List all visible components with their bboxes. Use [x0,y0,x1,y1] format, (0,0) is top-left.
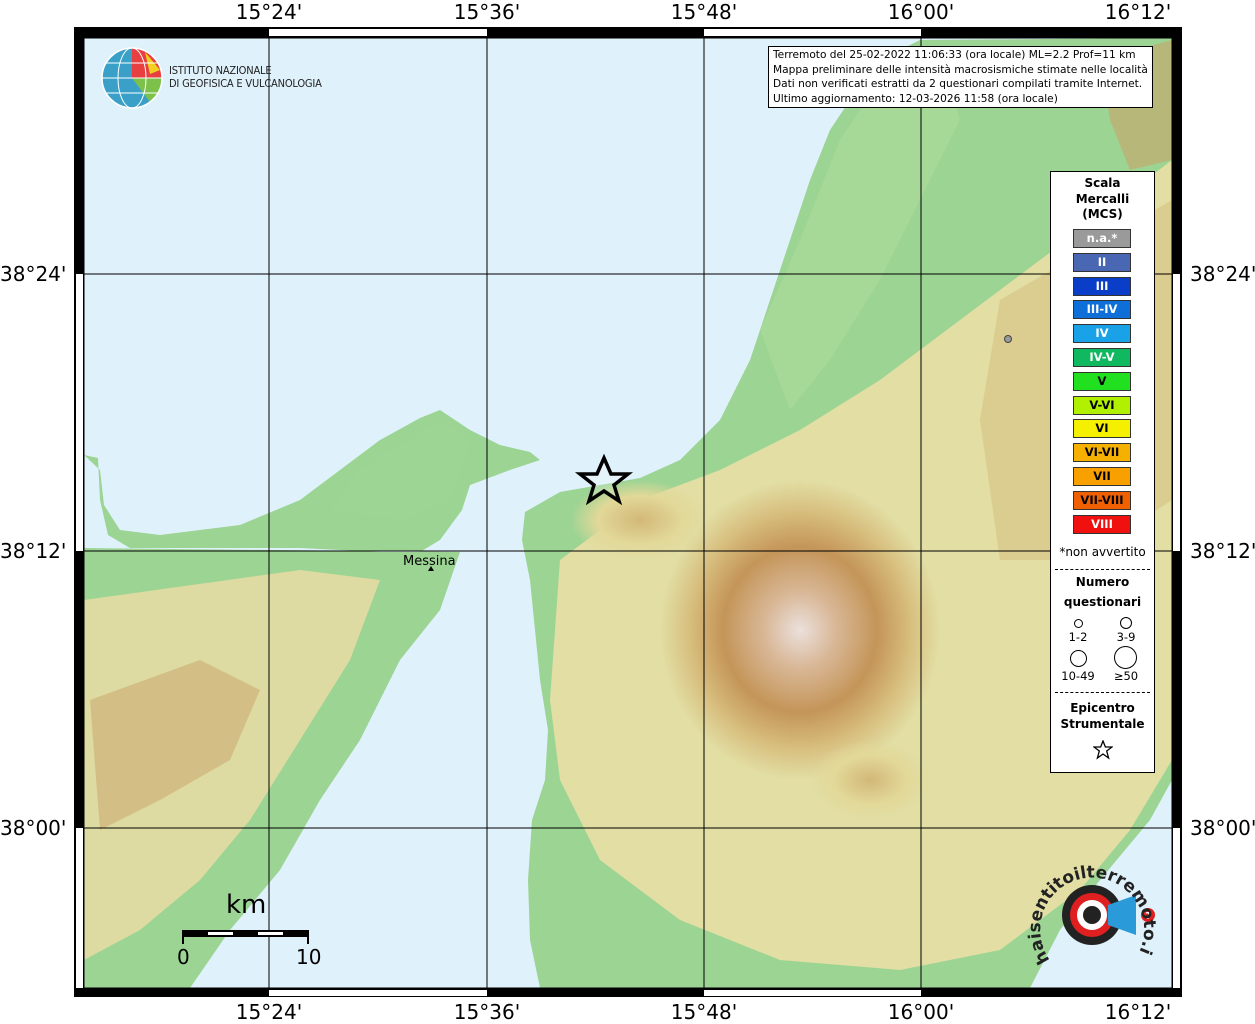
ingv-globe-icon [101,47,163,109]
legend-star-icon [1093,740,1113,760]
mcs-item-viii: VIII [1073,514,1131,534]
mcs-legend: Scala Mercalli (MCS) n.a.* II III III-IV IV I… [1050,171,1155,773]
scale-bar-max: 10 [296,945,322,969]
mcs-item-iv-v: IV-V [1073,348,1131,367]
scale-bar-min: 0 [177,945,190,969]
mcs-item-vi: VI [1073,419,1131,439]
lat-label-right-2: 38°12' [1190,539,1255,563]
q-circle-large [1070,650,1087,667]
mcs-item-iv: IV [1073,324,1131,344]
lon-label-top-5: 16°12' [1104,0,1172,24]
info-line-1: Terremoto del 25-02-2022 11:06:33 (ora l… [773,49,1136,61]
q-label-4: ≥50 [1113,669,1139,683]
info-line-3: Dati non verificati estratti da 2 questi… [773,78,1143,90]
lat-label-right-3: 38°00' [1190,816,1255,840]
q-circle-xlarge [1114,646,1137,669]
questionnaire-title-2: questionari [1063,595,1142,609]
q-label-3: 10-49 [1061,669,1095,683]
lon-label-bottom-5: 16°12' [1104,1000,1172,1024]
intensity-point [1004,335,1012,343]
mcs-item-iii-iv: III-IV [1073,300,1131,320]
city-label-messina: Messina [403,554,456,569]
logo-line-1: ISTITUTO NAZIONALE [169,64,272,77]
q-circle-small [1074,619,1083,628]
legend-title-3: (MCS) [1082,207,1123,221]
legend-note: *non avvertito [1059,545,1146,559]
lon-label-top-2: 15°36' [453,0,521,24]
legend-divider-2 [1055,692,1150,693]
lon-label-bottom-4: 16°00' [887,1000,955,1024]
q-label-1: 1-2 [1068,630,1088,644]
lat-label-left-3: 38°00' [0,816,67,840]
logo-line-2: DI GEOFISICA E VULCANOLOGIA [169,77,322,90]
mcs-item-iii: III [1073,276,1131,296]
info-line-2: Mappa preliminare delle intensità macros… [773,63,1148,76]
questionnaire-title-1: Numero [1075,575,1130,589]
lon-label-top-1: 15°24' [235,0,303,24]
ingv-logo-text: ISTITUTO NAZIONALE DI GEOFISICA E VULCAN… [169,64,322,90]
mcs-item-vii: VII [1073,467,1131,486]
mcs-item-v-vi: V-VI [1073,395,1131,415]
lon-label-top-4: 16°00' [887,0,955,24]
lon-label-bottom-1: 15°24' [235,1000,303,1024]
q-label-2: 3-9 [1116,630,1136,644]
epicenter-title-2: Strumentale [1060,717,1145,731]
info-line-4: Ultimo aggiornamento: 12-03-2026 11:58 (… [773,92,1058,105]
legend-title-1: Scala [1084,176,1121,190]
lat-label-left-2: 38°12' [0,539,67,563]
mcs-item-n-a: n.a.* [1073,229,1131,248]
mcs-item-ii: II [1073,252,1131,272]
mcs-item-vii-viii: VII-VIII [1073,490,1131,510]
epicenter-title-1: Epicentro [1070,701,1135,715]
earthquake-info-box: Terremoto del 25-02-2022 11:06:33 (ora l… [768,46,1153,108]
scale-bar-title: km [226,890,267,920]
lon-label-bottom-3: 15°48' [670,1000,738,1024]
lat-label-left-1: 38°24' [0,262,67,286]
mcs-item-vi-vii: VI-VII [1073,443,1131,463]
q-circle-medium [1120,617,1132,629]
legend-title-2: Mercalli [1075,191,1130,206]
legend-divider [1055,569,1150,570]
lon-label-bottom-2: 15°36' [453,1000,521,1024]
lon-label-top-3: 15°48' [670,0,738,24]
lat-label-right-1: 38°24' [1190,262,1255,286]
mcs-item-v: V [1073,371,1131,391]
